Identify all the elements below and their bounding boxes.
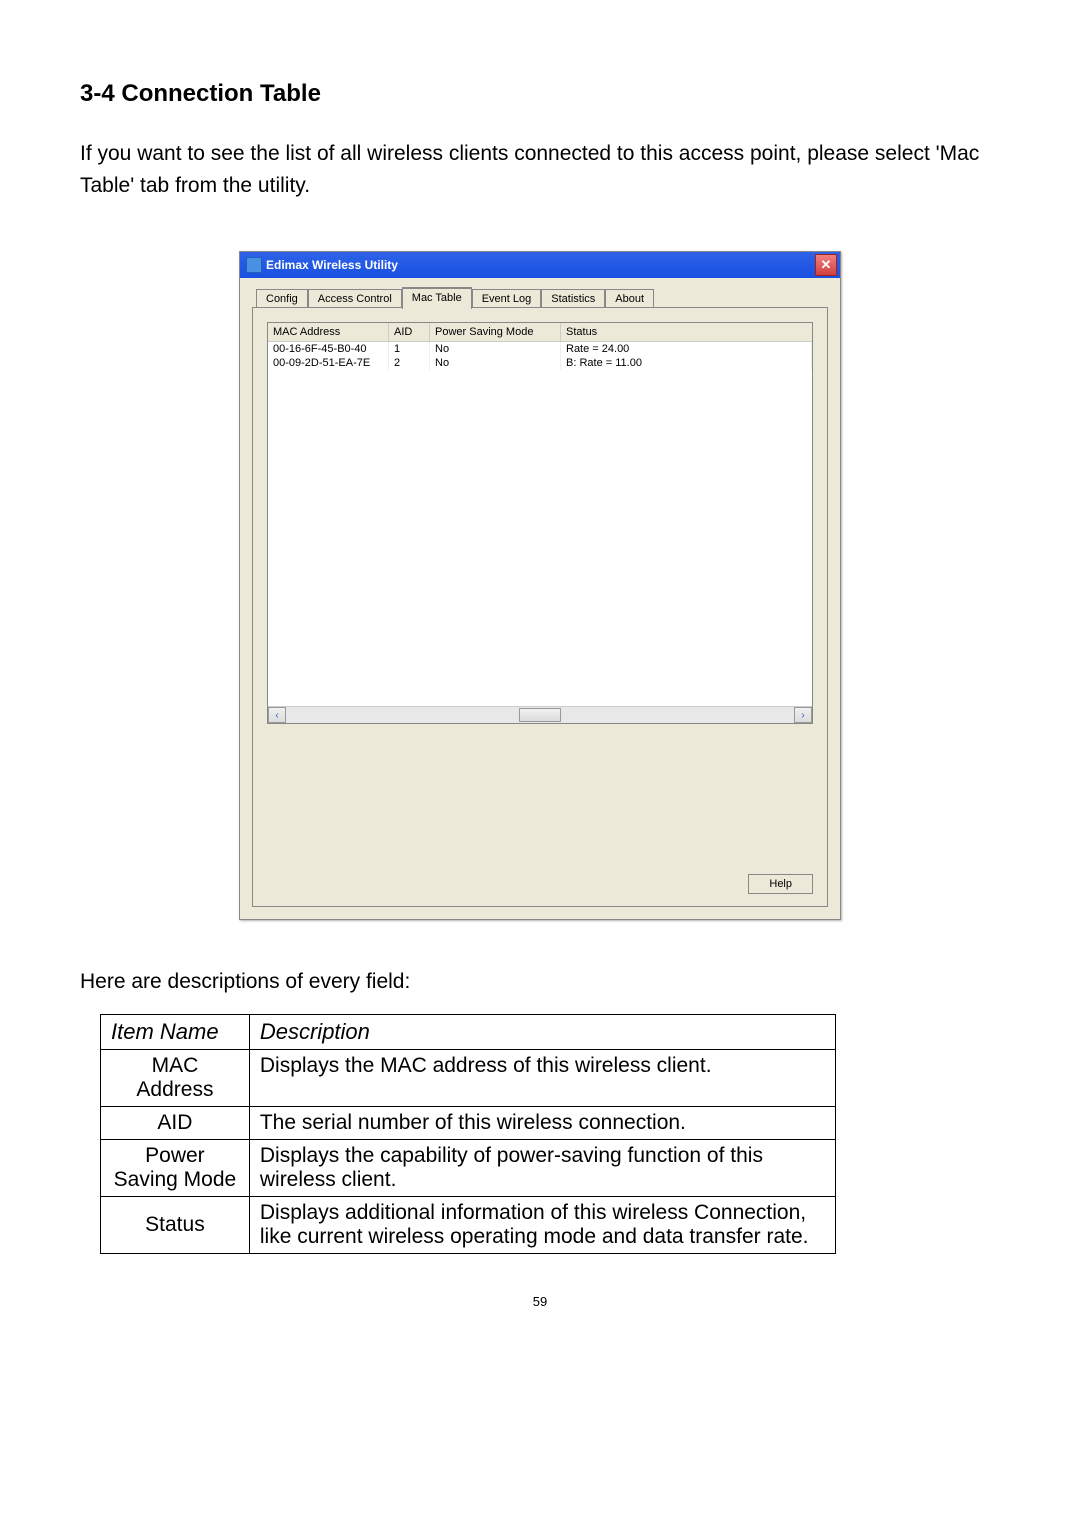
table-row[interactable]: 00-09-2D-51-EA-7E 2 No B: Rate = 11.00	[268, 356, 812, 370]
desc-item: MAC Address	[101, 1050, 250, 1107]
desc-row: AID The serial number of this wireless c…	[101, 1107, 836, 1140]
scroll-thumb[interactable]	[519, 708, 561, 722]
tab-event-log[interactable]: Event Log	[472, 289, 542, 308]
descriptions-intro: Here are descriptions of every field:	[80, 970, 1000, 994]
cell-status: B: Rate = 11.00	[561, 356, 812, 370]
cell-aid: 2	[389, 356, 430, 370]
col-header-psm[interactable]: Power Saving Mode	[430, 323, 561, 341]
cell-status: Rate = 24.00	[561, 342, 812, 356]
tab-mac-table[interactable]: Mac Table	[402, 287, 472, 309]
desc-text: The serial number of this wireless conne…	[249, 1107, 835, 1140]
desc-header-item: Item Name	[101, 1015, 250, 1050]
section-heading: 3-4 Connection Table	[80, 80, 1000, 108]
desc-row: Status Displays additional information o…	[101, 1197, 836, 1254]
tab-about[interactable]: About	[605, 289, 654, 308]
tab-panel: MAC Address AID Power Saving Mode Status…	[252, 307, 828, 907]
desc-text: Displays the MAC address of this wireles…	[249, 1050, 835, 1107]
app-window: Edimax Wireless Utility ✕ Config Access …	[239, 251, 841, 920]
desc-row: Power Saving Mode Displays the capabilit…	[101, 1140, 836, 1197]
app-icon	[246, 257, 262, 273]
window-body: Config Access Control Mac Table Event Lo…	[240, 278, 840, 919]
desc-text: Displays the capability of power-saving …	[249, 1140, 835, 1197]
tab-statistics[interactable]: Statistics	[541, 289, 605, 308]
desc-item: Power Saving Mode	[101, 1140, 250, 1197]
section-intro: If you want to see the list of all wirel…	[80, 138, 1000, 201]
cell-aid: 1	[389, 342, 430, 356]
tab-access-control[interactable]: Access Control	[308, 289, 402, 308]
desc-text: Displays additional information of this …	[249, 1197, 835, 1254]
field-description-table: Item Name Description MAC Address Displa…	[100, 1014, 836, 1254]
table-row[interactable]: 00-16-6F-45-B0-40 1 No Rate = 24.00	[268, 342, 812, 356]
cell-mac: 00-16-6F-45-B0-40	[268, 342, 389, 356]
desc-item: AID	[101, 1107, 250, 1140]
help-button[interactable]: Help	[748, 874, 813, 894]
tab-config[interactable]: Config	[256, 289, 308, 308]
app-title: Edimax Wireless Utility	[266, 258, 815, 272]
col-header-status[interactable]: Status	[561, 323, 812, 341]
cell-psm: No	[430, 342, 561, 356]
close-button[interactable]: ✕	[815, 254, 837, 276]
page-number: 59	[80, 1294, 1000, 1309]
tab-strip: Config Access Control Mac Table Event Lo…	[252, 289, 828, 308]
mac-table: MAC Address AID Power Saving Mode Status…	[267, 322, 813, 724]
col-header-aid[interactable]: AID	[389, 323, 430, 341]
col-header-mac[interactable]: MAC Address	[268, 323, 389, 341]
horizontal-scrollbar[interactable]: ‹ ›	[268, 706, 812, 723]
mac-table-header: MAC Address AID Power Saving Mode Status	[268, 323, 812, 342]
desc-header-desc: Description	[249, 1015, 835, 1050]
desc-row: MAC Address Displays the MAC address of …	[101, 1050, 836, 1107]
scroll-right-icon[interactable]: ›	[794, 707, 812, 723]
scroll-left-icon[interactable]: ‹	[268, 707, 286, 723]
desc-item: Status	[101, 1197, 250, 1254]
title-bar: Edimax Wireless Utility ✕	[240, 252, 840, 278]
mac-table-body: 00-16-6F-45-B0-40 1 No Rate = 24.00 00-0…	[268, 342, 812, 706]
cell-mac: 00-09-2D-51-EA-7E	[268, 356, 389, 370]
cell-psm: No	[430, 356, 561, 370]
